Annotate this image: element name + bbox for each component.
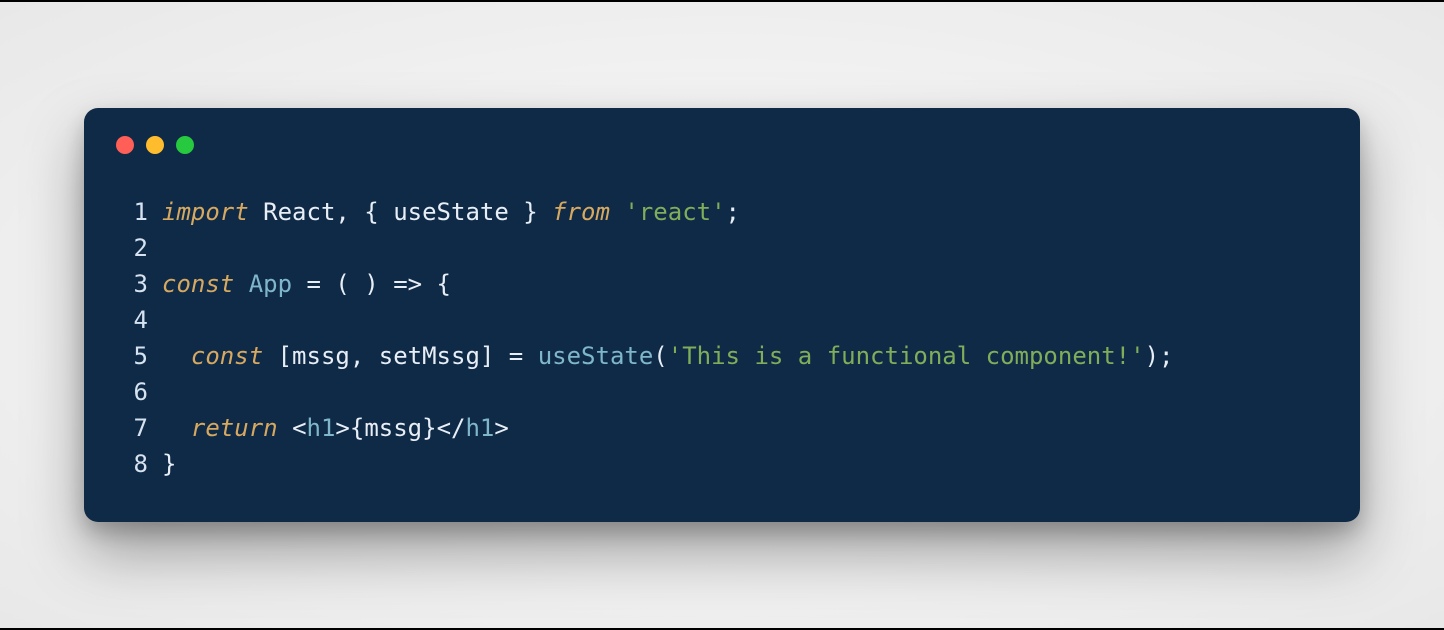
code-token: >: [335, 414, 349, 442]
code-token: >: [494, 414, 508, 442]
code-token: h1: [465, 414, 494, 442]
line-number: 5: [112, 338, 148, 374]
code-line[interactable]: 7 return <h1>{mssg}</h1>: [112, 410, 1332, 446]
code-token: = ( ) => {: [307, 270, 452, 298]
code-token: ;: [726, 198, 740, 226]
code-token: (: [653, 342, 667, 370]
traffic-lights: [116, 136, 1332, 154]
close-icon[interactable]: [116, 136, 134, 154]
code-content[interactable]: const [mssg, setMssg] = useState('This i…: [162, 338, 1173, 374]
code-token: const: [162, 270, 249, 298]
code-content[interactable]: }: [162, 446, 176, 482]
code-token: App: [249, 270, 307, 298]
code-line[interactable]: 2: [112, 230, 1332, 266]
line-number: 6: [112, 374, 148, 410]
code-token: import: [162, 198, 263, 226]
code-token: const: [191, 342, 278, 370]
minimize-icon[interactable]: [146, 136, 164, 154]
line-number: 4: [112, 302, 148, 338]
code-window: 1 import React, { useState } from 'react'…: [84, 108, 1360, 522]
code-token: {mssg}: [350, 414, 437, 442]
code-line[interactable]: 1 import React, { useState } from 'react'…: [112, 194, 1332, 230]
code-token: </: [437, 414, 466, 442]
code-content[interactable]: const App = ( ) => {: [162, 266, 451, 302]
code-line[interactable]: 5 const [mssg, setMssg] = useState('This…: [112, 338, 1332, 374]
line-number: 1: [112, 194, 148, 230]
code-token: from: [552, 198, 624, 226]
maximize-icon[interactable]: [176, 136, 194, 154]
line-number: 2: [112, 230, 148, 266]
code-editor[interactable]: 1 import React, { useState } from 'react'…: [112, 194, 1332, 482]
line-number: 3: [112, 266, 148, 302]
code-token: useState: [538, 342, 654, 370]
line-number: 8: [112, 446, 148, 482]
code-line[interactable]: 3 const App = ( ) => {: [112, 266, 1332, 302]
code-content[interactable]: return <h1>{mssg}</h1>: [162, 410, 509, 446]
code-token: );: [1145, 342, 1174, 370]
code-line[interactable]: 8}: [112, 446, 1332, 482]
code-content[interactable]: import React, { useState } from 'react';: [162, 194, 740, 230]
code-token: [mssg, setMssg]: [278, 342, 509, 370]
code-token: h1: [307, 414, 336, 442]
code-token: }: [162, 450, 176, 478]
code-token: 'This is a functional component!': [668, 342, 1145, 370]
code-token: <: [292, 414, 306, 442]
code-token: return: [191, 414, 292, 442]
code-token: [162, 342, 191, 370]
code-line[interactable]: 4: [112, 302, 1332, 338]
code-token: =: [509, 342, 538, 370]
code-token: React, { useState }: [263, 198, 552, 226]
line-number: 7: [112, 410, 148, 446]
code-line[interactable]: 6: [112, 374, 1332, 410]
code-token: [162, 414, 191, 442]
code-token: 'react': [624, 198, 725, 226]
